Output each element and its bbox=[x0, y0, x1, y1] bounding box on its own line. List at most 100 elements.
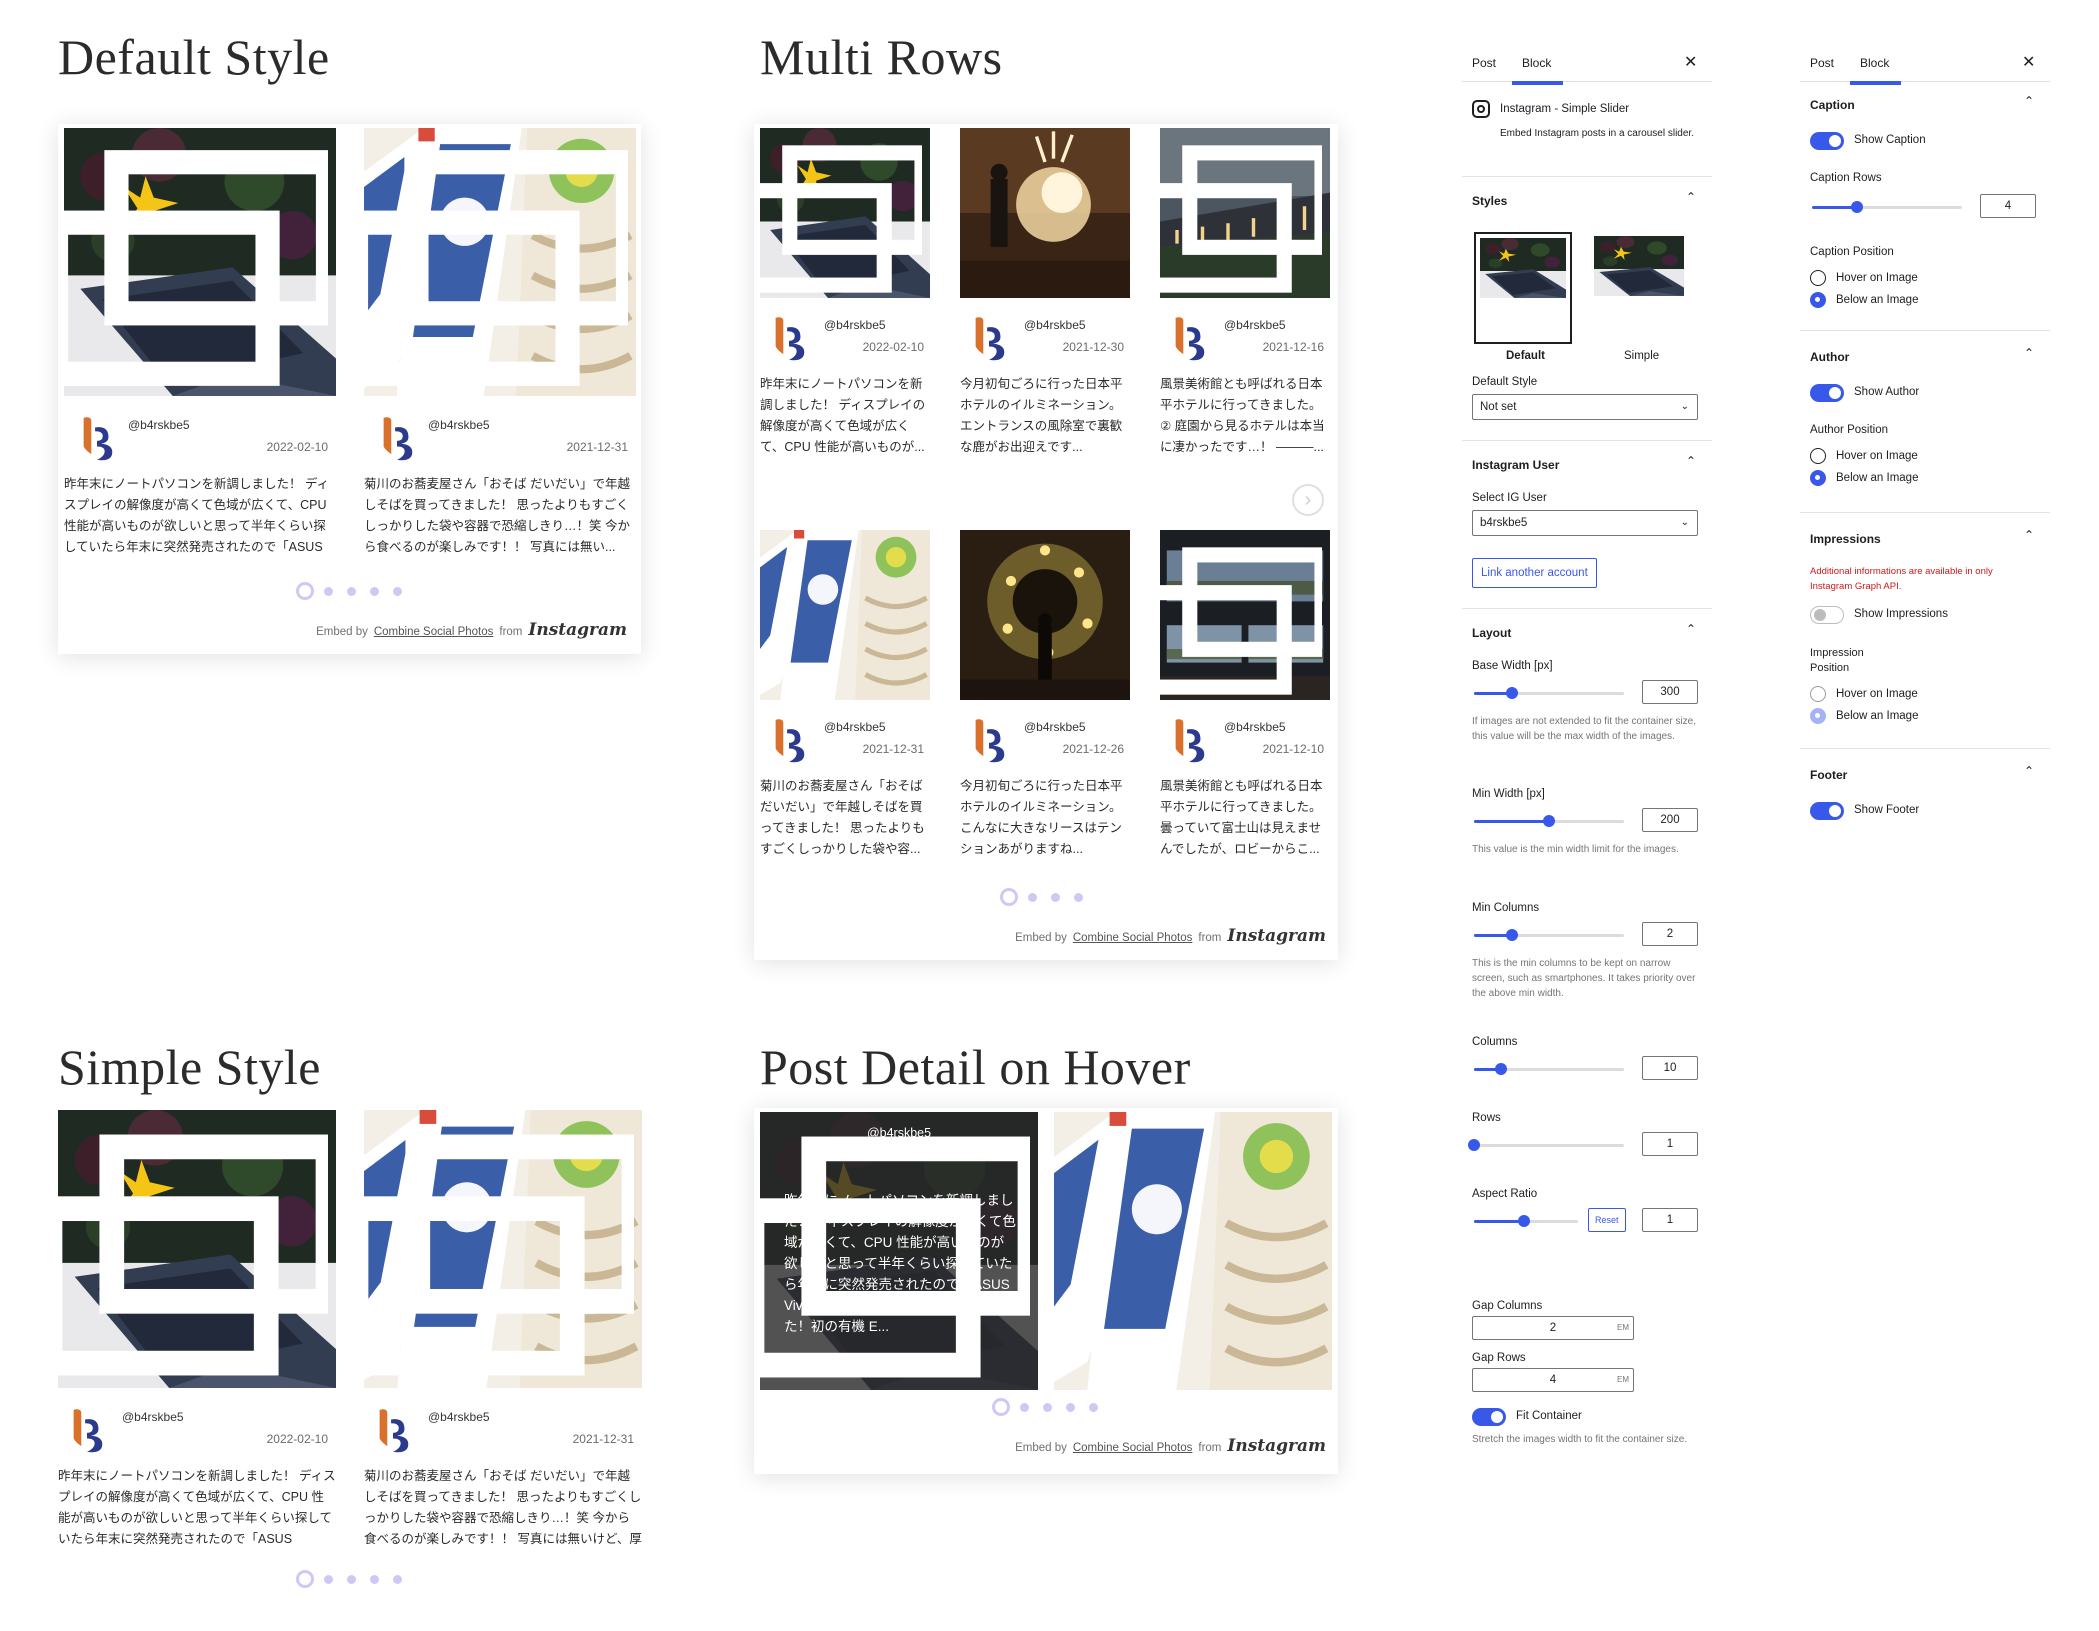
close-icon[interactable]: ✕ bbox=[2022, 52, 2035, 72]
pagination-dot-active[interactable] bbox=[992, 1398, 1010, 1416]
slider-thumb[interactable] bbox=[1505, 929, 1518, 941]
layout-section-title[interactable]: Layout bbox=[1472, 626, 1511, 640]
pagination-dot[interactable] bbox=[1028, 893, 1037, 902]
pagination-dot[interactable] bbox=[370, 587, 379, 596]
pagination-dot[interactable] bbox=[393, 1575, 402, 1584]
show-impressions-toggle[interactable] bbox=[1810, 606, 1844, 624]
pagination-dot-active[interactable] bbox=[296, 582, 314, 600]
aspect-ratio-slider[interactable] bbox=[1474, 1214, 1578, 1228]
gap-rows-input[interactable]: 4 EM bbox=[1472, 1368, 1634, 1392]
slide-item[interactable]: @b4rskbe5 2021-12-30 今月初旬ごろに行った日本平ホテルのイル… bbox=[960, 128, 1130, 488]
ig-user-select[interactable]: b4rskbe5 ⌄ bbox=[1472, 510, 1698, 536]
slider-thumb[interactable] bbox=[1517, 1215, 1530, 1227]
gap-rows-unit[interactable]: EM bbox=[1617, 1369, 1629, 1391]
pagination-dot[interactable] bbox=[1089, 1403, 1098, 1412]
pagination-dot[interactable] bbox=[393, 587, 402, 596]
default-style-select[interactable]: Not set ⌄ bbox=[1472, 394, 1698, 420]
pagination-dot[interactable] bbox=[1051, 893, 1060, 902]
link-another-account-button[interactable]: Link another account bbox=[1472, 558, 1597, 588]
rows-input[interactable]: 1 bbox=[1642, 1132, 1698, 1156]
embed-link[interactable]: Combine Social Photos bbox=[1073, 932, 1193, 944]
pagination-dot[interactable] bbox=[1043, 1403, 1052, 1412]
post-image[interactable] bbox=[760, 530, 930, 700]
pagination-dot[interactable] bbox=[324, 587, 333, 596]
chevron-up-icon[interactable]: ⌃ bbox=[1686, 622, 1696, 636]
gap-columns-input[interactable]: 2 EM bbox=[1472, 1316, 1634, 1340]
pagination-dot[interactable] bbox=[324, 1575, 333, 1584]
footer-section-title[interactable]: Footer bbox=[1810, 768, 1847, 782]
post-image[interactable] bbox=[64, 128, 336, 396]
chevron-up-icon[interactable]: ⌃ bbox=[1686, 190, 1696, 204]
embed-link[interactable]: Combine Social Photos bbox=[1073, 1442, 1193, 1454]
post-image[interactable] bbox=[1160, 128, 1330, 298]
aspect-ratio-input[interactable]: 1 bbox=[1642, 1208, 1698, 1232]
min-width-input[interactable]: 200 bbox=[1642, 808, 1698, 832]
fit-container-toggle[interactable] bbox=[1472, 1408, 1506, 1426]
caption-rows-input[interactable]: 4 bbox=[1980, 194, 2036, 218]
chevron-up-icon[interactable]: ⌃ bbox=[2024, 528, 2034, 542]
tab-post[interactable]: Post bbox=[1810, 56, 1834, 70]
post-image[interactable] bbox=[1054, 1112, 1332, 1390]
columns-input[interactable]: 10 bbox=[1642, 1056, 1698, 1080]
gap-columns-unit[interactable]: EM bbox=[1617, 1317, 1629, 1339]
caption-below-radio[interactable] bbox=[1810, 292, 1826, 308]
styles-section-title[interactable]: Styles bbox=[1472, 194, 1507, 208]
tab-block[interactable]: Block bbox=[1511, 56, 1564, 85]
slide-item[interactable]: @b4rskbe5 2022-02-10 昨年末にノートパソコンを新調しました！… bbox=[760, 128, 930, 488]
post-image[interactable] bbox=[960, 128, 1130, 298]
chevron-up-icon[interactable]: ⌃ bbox=[1686, 454, 1696, 468]
instagram-user-section-title[interactable]: Instagram User bbox=[1472, 458, 1559, 472]
chevron-up-icon[interactable]: ⌃ bbox=[2024, 764, 2034, 778]
aspect-reset-button[interactable]: Reset bbox=[1588, 1208, 1626, 1232]
pagination-dot-active[interactable] bbox=[1000, 888, 1018, 906]
slider-thumb[interactable] bbox=[1851, 201, 1863, 213]
next-slide-button[interactable]: › bbox=[1292, 484, 1324, 516]
impression-below-radio[interactable] bbox=[1810, 708, 1826, 724]
tab-post[interactable]: Post bbox=[1472, 56, 1496, 70]
impression-hover-radio[interactable] bbox=[1810, 686, 1826, 702]
show-author-toggle[interactable] bbox=[1810, 384, 1844, 402]
base-width-slider[interactable] bbox=[1474, 686, 1624, 700]
show-caption-toggle[interactable] bbox=[1810, 132, 1844, 150]
pagination-dot-active[interactable] bbox=[296, 1570, 314, 1588]
author-section-title[interactable]: Author bbox=[1810, 350, 1849, 364]
slide-item[interactable]: @b4rskbe5 2021-12-31 菊川のお蕎麦屋さん「おそば だいだい」… bbox=[364, 1110, 642, 1550]
slide-item[interactable]: @b4rskbe5 2021-12-31 菊川のお蕎麦屋さん「おそばだいだい」で… bbox=[760, 530, 930, 890]
author-below-radio[interactable] bbox=[1810, 470, 1826, 486]
style-option-default[interactable] bbox=[1474, 232, 1572, 344]
post-image[interactable] bbox=[364, 1110, 642, 1388]
caption-hover-radio[interactable] bbox=[1810, 270, 1826, 286]
caption-rows-slider[interactable] bbox=[1812, 200, 1962, 214]
post-image[interactable] bbox=[960, 530, 1130, 700]
slide-item[interactable]: @b4rskbe5 2021-12-31 菊川のお蕎麦屋さん「おそば だいだい」… bbox=[364, 128, 636, 588]
slide-item[interactable]: @b4rskbe5 昨年末にノートパソコンを新調しました！ ディスプレイの解像度… bbox=[760, 1112, 1038, 1390]
impressions-section-title[interactable]: Impressions bbox=[1810, 532, 1881, 546]
chevron-up-icon[interactable]: ⌃ bbox=[2024, 94, 2034, 108]
author-hover-radio[interactable] bbox=[1810, 448, 1826, 464]
slide-item[interactable]: @b4rskbe5 2021-12-26 今月初旬ごろに行った日本平ホテルのイル… bbox=[960, 530, 1130, 890]
instagram-logo[interactable]: Instagram bbox=[528, 620, 627, 640]
instagram-logo[interactable]: Instagram bbox=[1227, 1436, 1326, 1456]
tab-block[interactable]: Block bbox=[1849, 56, 1902, 85]
slider-thumb[interactable] bbox=[1495, 1063, 1507, 1075]
base-width-input[interactable]: 300 bbox=[1642, 680, 1698, 704]
post-image[interactable] bbox=[364, 128, 636, 396]
instagram-logo[interactable]: Instagram bbox=[1227, 926, 1326, 946]
min-width-slider[interactable] bbox=[1474, 814, 1624, 828]
caption-section-title[interactable]: Caption bbox=[1810, 98, 1855, 112]
post-image[interactable] bbox=[1160, 530, 1330, 700]
style-option-simple[interactable] bbox=[1590, 232, 1688, 344]
pagination-dot[interactable] bbox=[347, 587, 356, 596]
columns-slider[interactable] bbox=[1474, 1062, 1624, 1076]
min-columns-input[interactable]: 2 bbox=[1642, 922, 1698, 946]
pagination-dot[interactable] bbox=[1020, 1403, 1029, 1412]
slider-thumb[interactable] bbox=[1543, 815, 1555, 827]
slide-item[interactable]: @b4rskbe5 2022-02-10 昨年末にノートパソコンを新調しました！… bbox=[64, 128, 336, 588]
pagination-dot[interactable] bbox=[1066, 1403, 1075, 1412]
show-footer-toggle[interactable] bbox=[1810, 802, 1844, 820]
slide-item[interactable] bbox=[1054, 1112, 1332, 1390]
rows-slider[interactable] bbox=[1468, 1138, 1624, 1152]
post-image[interactable]: @b4rskbe5 昨年末にノートパソコンを新調しました！ ディスプレイの解像度… bbox=[760, 1112, 1038, 1390]
slide-item[interactable]: @b4rskbe5 2021-12-16 風景美術館とも呼ばれる日本平ホテルに行… bbox=[1160, 128, 1330, 488]
min-columns-slider[interactable] bbox=[1474, 928, 1624, 942]
